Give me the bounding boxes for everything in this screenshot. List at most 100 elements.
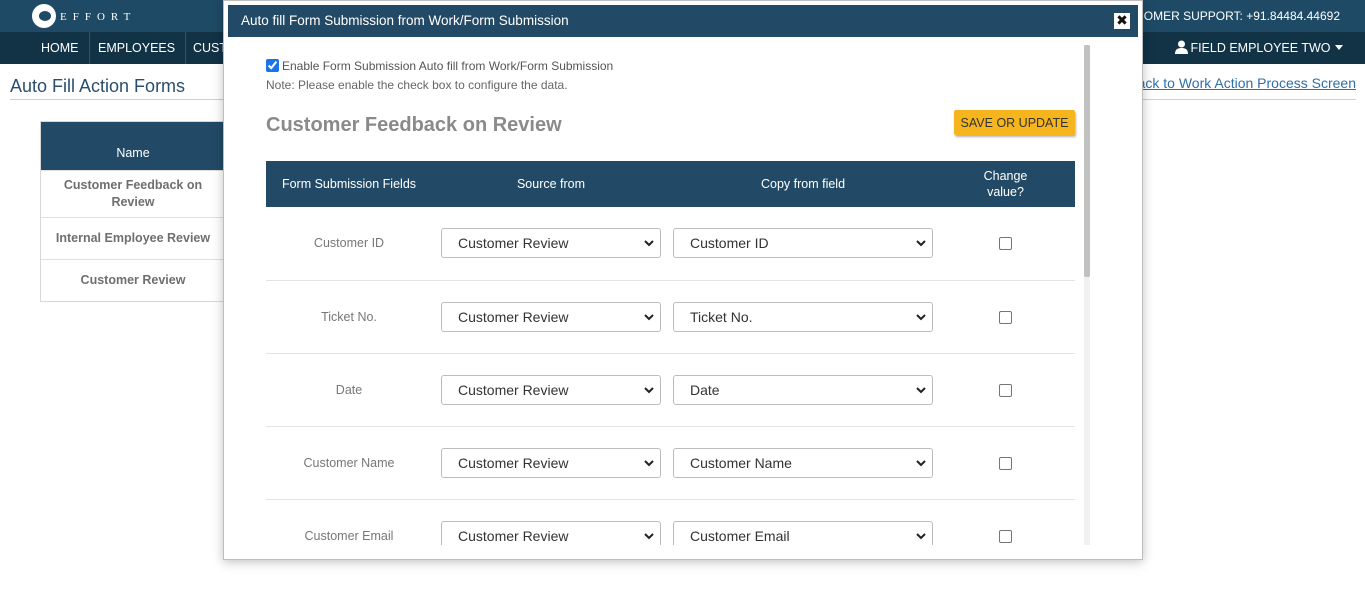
- copy-field-value: Customer ID: [690, 235, 769, 252]
- list-item[interactable]: Internal Employee Review: [41, 217, 225, 259]
- field-label: Date: [266, 353, 432, 427]
- table-row: Customer Email Customer Review Customer Em…: [266, 499, 1075, 545]
- modal-scrollbar[interactable]: [1084, 45, 1090, 545]
- field-label: Customer Name: [266, 426, 432, 500]
- chevron-down-icon: [644, 240, 654, 247]
- change-value-checkbox[interactable]: [999, 310, 1012, 324]
- save-or-update-button[interactable]: SAVE OR UPDATE: [954, 110, 1075, 135]
- list-item[interactable]: Customer Review: [41, 259, 225, 301]
- copy-field-value: Date: [690, 381, 720, 398]
- change-cell: [936, 207, 1075, 281]
- user-menu[interactable]: FIELD EMPLOYEE TWO: [1175, 32, 1343, 64]
- copy-field-select[interactable]: Date: [673, 374, 933, 405]
- enable-autofill-checkbox[interactable]: [266, 59, 279, 72]
- note-text: Note: Please enable the check box to con…: [266, 78, 568, 92]
- copy-field-select[interactable]: Ticket No.: [673, 301, 933, 332]
- chevron-down-icon: [916, 386, 926, 393]
- source-value: Customer Review: [458, 381, 569, 398]
- source-cell: Customer Review: [432, 353, 670, 427]
- enable-autofill-row: Enable Form Submission Auto fill from Wo…: [266, 59, 613, 73]
- source-value: Customer Review: [458, 454, 569, 471]
- field-name: Customer Name: [303, 455, 395, 470]
- source-select[interactable]: Customer Review: [441, 520, 661, 545]
- page-title: Auto Fill Action Forms: [10, 76, 186, 96]
- source-value: Customer Review: [458, 527, 569, 544]
- copy-cell: Customer Name: [670, 426, 936, 500]
- change-cell: [936, 499, 1075, 545]
- user-icon: [1175, 40, 1189, 54]
- caret-down-icon: [1335, 45, 1343, 50]
- effort-logo[interactable]: EFFORT: [32, 4, 136, 28]
- list-item[interactable]: Customer Feedback on Review: [41, 170, 225, 217]
- customer-support-text: OMER SUPPORT: +91.84484.44692: [1143, 9, 1340, 23]
- field-name: Ticket No.: [321, 309, 377, 324]
- source-cell: Customer Review: [432, 426, 670, 500]
- field-name: Customer Email: [304, 528, 394, 543]
- source-select[interactable]: Customer Review: [441, 228, 661, 259]
- change-cell: [936, 426, 1075, 500]
- copy-field-value: Customer Email: [690, 527, 790, 544]
- logo-icon: [32, 4, 56, 28]
- change-cell: [936, 353, 1075, 427]
- chevron-down-icon: [916, 532, 926, 539]
- table-row: Date Customer Review Date: [266, 353, 1075, 427]
- scrollbar-thumb[interactable]: [1084, 45, 1090, 277]
- chevron-down-icon: [916, 240, 926, 247]
- table-row: Customer Name Customer Review Customer Nam…: [266, 426, 1075, 500]
- field-label: Ticket No.: [266, 280, 432, 354]
- modal-body: Enable Form Submission Auto fill from Wo…: [224, 41, 1142, 545]
- copy-field-value: Ticket No.: [690, 308, 753, 325]
- form-title: Customer Feedback on Review: [266, 114, 562, 136]
- change-value-checkbox[interactable]: [999, 529, 1012, 543]
- field-label: Customer Email: [266, 499, 432, 545]
- change-value-checkbox[interactable]: [999, 456, 1012, 470]
- change-value-header: Change value?: [983, 169, 1028, 199]
- logo-text: EFFORT: [60, 11, 137, 23]
- source-select[interactable]: Customer Review: [441, 447, 661, 478]
- copy-cell: Customer ID: [670, 207, 936, 281]
- auto-fill-modal: Auto fill Form Submission from Work/Form…: [223, 0, 1143, 560]
- chevron-down-icon: [644, 386, 654, 393]
- modal-title: Auto fill Form Submission from Work/Form…: [241, 13, 569, 28]
- source-select[interactable]: Customer Review: [441, 301, 661, 332]
- column-header: Form Submission Fields: [266, 161, 432, 207]
- chevron-down-icon: [644, 459, 654, 466]
- source-select[interactable]: Customer Review: [441, 374, 661, 405]
- copy-cell: Ticket No.: [670, 280, 936, 354]
- copy-cell: Date: [670, 353, 936, 427]
- source-cell: Customer Review: [432, 280, 670, 354]
- enable-autofill-label: Enable Form Submission Auto fill from Wo…: [282, 59, 614, 73]
- table-row: Ticket No. Customer Review Ticket No.: [266, 280, 1075, 354]
- change-value-checkbox[interactable]: [999, 383, 1012, 397]
- modal-header: Auto fill Form Submission from Work/Form…: [228, 5, 1138, 37]
- table-row: Customer ID Customer Review Customer ID: [266, 207, 1075, 281]
- copy-field-select[interactable]: Customer ID: [673, 228, 933, 259]
- column-header: Source from: [432, 161, 670, 207]
- nav-item-home[interactable]: HOME: [31, 32, 90, 64]
- source-value: Customer Review: [458, 235, 569, 252]
- field-mapping-table: Form Submission Fields Source from Copy …: [266, 161, 1075, 545]
- chevron-down-icon: [644, 532, 654, 539]
- field-name: Customer ID: [313, 236, 385, 251]
- source-cell: Customer Review: [432, 499, 670, 545]
- chevron-down-icon: [644, 313, 654, 320]
- action-forms-table: Name Customer Feedback on Review Interna…: [40, 121, 226, 302]
- change-cell: [936, 280, 1075, 354]
- chevron-down-icon: [916, 459, 926, 466]
- chevron-down-icon: [916, 313, 926, 320]
- column-header: Change value?: [936, 161, 1075, 207]
- back-to-work-action-link[interactable]: back to Work Action Process Screen: [1130, 75, 1356, 91]
- table-header-name: Name: [41, 122, 225, 170]
- copy-field-value: Customer Name: [690, 454, 792, 471]
- copy-field-select[interactable]: Customer Name: [673, 447, 933, 478]
- user-name: FIELD EMPLOYEE TWO: [1190, 41, 1331, 55]
- column-header: Copy from field: [670, 161, 936, 207]
- copy-field-select[interactable]: Customer Email: [673, 520, 933, 545]
- source-cell: Customer Review: [432, 207, 670, 281]
- change-value-checkbox[interactable]: [999, 237, 1012, 251]
- field-name: Date: [335, 382, 363, 397]
- copy-cell: Customer Email: [670, 499, 936, 545]
- nav-item-employees[interactable]: EMPLOYEES: [88, 32, 187, 64]
- close-icon[interactable]: ✖: [1114, 13, 1130, 29]
- source-value: Customer Review: [458, 308, 569, 325]
